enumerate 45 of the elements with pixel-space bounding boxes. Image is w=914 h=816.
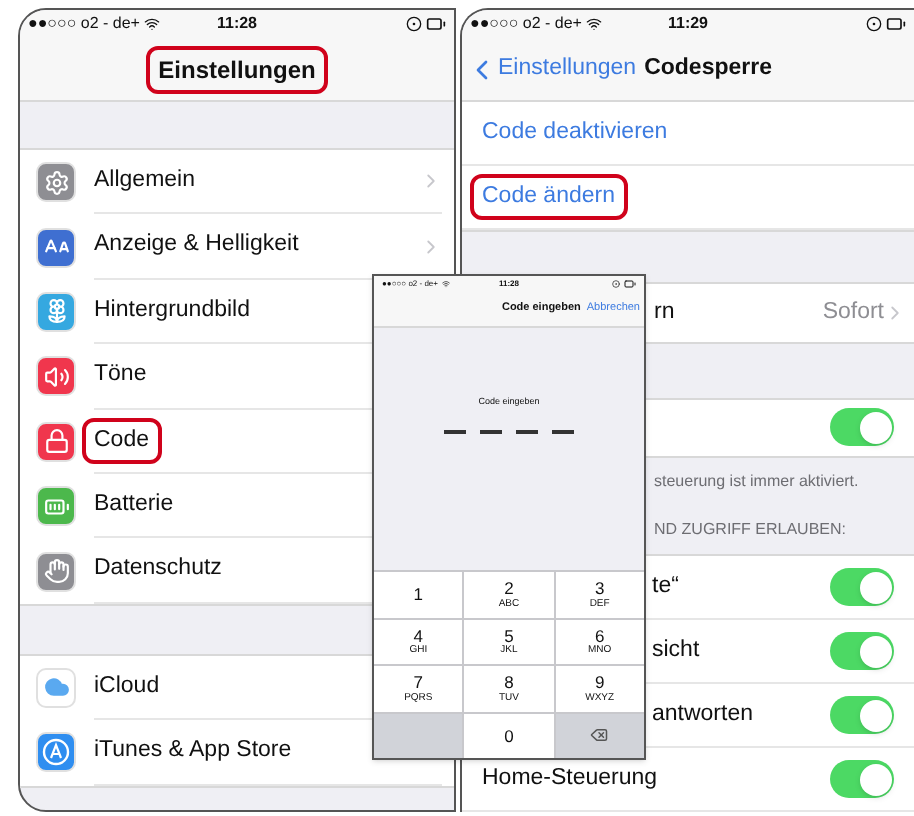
keypad-key[interactable]: 0	[464, 713, 554, 758]
battery-status-icon	[624, 278, 637, 290]
row-label: Home-Steuerung	[482, 763, 660, 794]
carrier-label: ●●○○○ o2 - de+	[28, 12, 140, 36]
row-label: Hintergrundbild	[92, 295, 252, 326]
wifi-icon	[143, 16, 160, 32]
carrier-label: ●●○○○ o2 - de+	[470, 12, 582, 36]
action-link[interactable]: Code ändern	[470, 173, 627, 221]
row-label: Code	[82, 417, 161, 464]
keypad-key[interactable]: 1	[374, 572, 463, 617]
backspace-icon	[590, 726, 609, 745]
wifi-icon	[441, 280, 450, 288]
row-value: Sofort	[822, 297, 884, 328]
section-header: ND ZUGRIFF ERLAUBEN:	[654, 517, 849, 542]
status-time: 11:28	[216, 12, 258, 36]
action-link[interactable]: Code deaktivieren	[470, 109, 680, 157]
delete-key[interactable]	[555, 713, 644, 758]
nav-title: Einstellungen	[146, 45, 328, 93]
toggle-switch[interactable]	[830, 760, 894, 799]
footer-note: steuerung ist immer aktiviert.	[654, 469, 861, 494]
row-label: Datenschutz	[92, 554, 224, 585]
toggle-switch[interactable]	[830, 632, 894, 671]
toggle-switch[interactable]	[830, 408, 894, 447]
wifi-icon	[585, 16, 602, 32]
nav-title: Codesperre	[644, 53, 772, 84]
battery-status-icon	[426, 14, 446, 34]
row-label: te“	[652, 571, 681, 602]
row-label: iTunes & App Store	[92, 736, 294, 767]
rotation-lock-icon	[406, 16, 422, 32]
row-label: Allgemein	[92, 166, 197, 197]
status-time: 11:29	[667, 12, 709, 36]
row-label: rn	[654, 297, 677, 328]
back-button[interactable]: Einstellungen	[462, 51, 637, 87]
row-label: Batterie	[92, 490, 176, 521]
row-label: iCloud	[92, 671, 162, 702]
toggle-switch[interactable]	[830, 696, 894, 735]
settings-row[interactable]: Allgemein	[20, 150, 454, 215]
toggle-switch[interactable]	[830, 568, 894, 607]
rotation-lock-icon	[612, 280, 621, 288]
row-label: antworten	[652, 699, 756, 730]
row-label: Anzeige & Helligkeit	[92, 230, 301, 261]
battery-status-icon	[886, 14, 906, 34]
rotation-lock-icon	[866, 16, 882, 32]
row-label: Töne	[92, 360, 149, 391]
row-label: sicht	[652, 635, 702, 666]
